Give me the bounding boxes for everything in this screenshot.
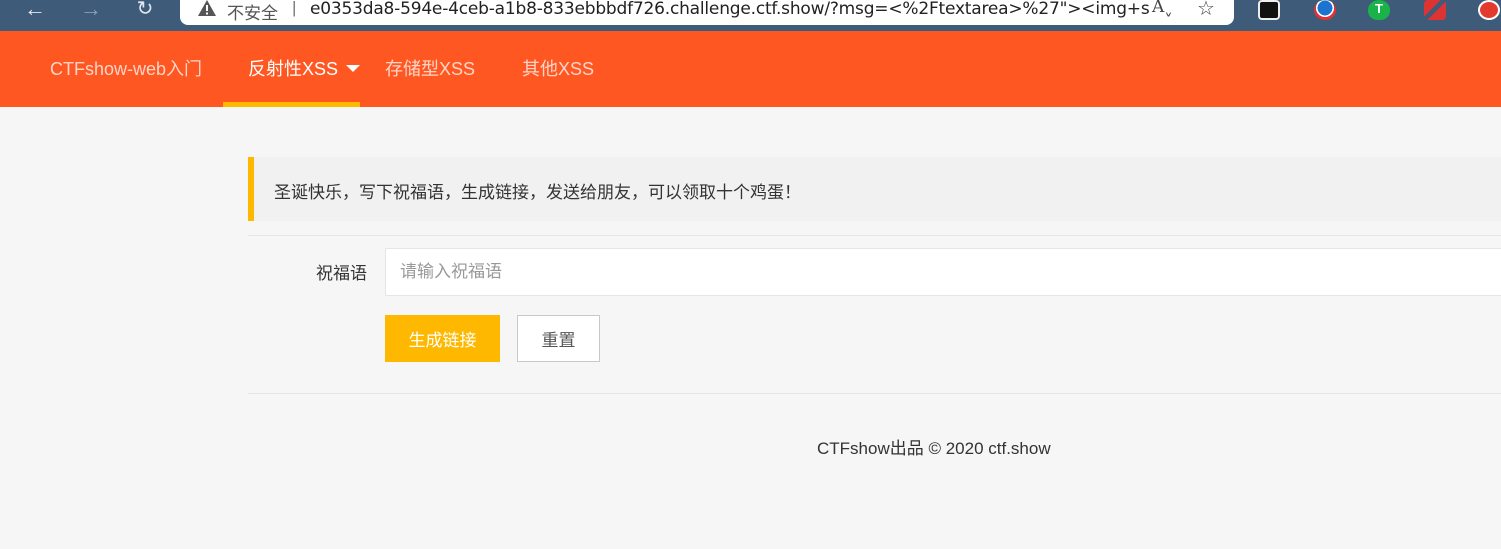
reload-icon[interactable]: ↻ [130, 0, 160, 22]
warning-icon[interactable] [197, 0, 217, 18]
notice-text: 圣诞快乐，写下祝福语，生成链接，发送给朋友，可以领取十个鸡蛋！ [274, 183, 801, 203]
notice-box: 圣诞快乐，写下祝福语，生成链接，发送给朋友，可以领取十个鸡蛋！ [248, 157, 1501, 221]
url-text[interactable]: e0353da8-594e-4ceb-a1b8-833ebbbdf726.cha… [310, 0, 1150, 19]
generate-link-button[interactable]: 生成链接 [385, 315, 500, 362]
read-aloud-icon[interactable]: Aˬ [1152, 0, 1173, 17]
blessing-input[interactable] [385, 248, 1501, 296]
divider [248, 235, 1501, 236]
nav-item-web-intro[interactable]: CTFshow-web入门 [50, 31, 202, 107]
nav-item-stored-xss[interactable]: 存储型XSS [385, 31, 475, 107]
security-label[interactable]: 不安全 [227, 0, 278, 24]
nav-active-indicator [223, 102, 360, 107]
chevron-down-icon [346, 64, 361, 72]
extension-icon[interactable]: T [1368, 0, 1390, 20]
extension-icon[interactable] [1424, 0, 1446, 20]
blessing-label: 祝福语 [316, 264, 367, 284]
nav-item-label: 反射性XSS [248, 59, 339, 79]
address-bar[interactable]: 不安全 | e0353da8-594e-4ceb-a1b8-833ebbbdf7… [180, 0, 1234, 25]
reset-button[interactable]: 重置 [517, 315, 600, 362]
browser-toolbar: ← → ↻ 不安全 | e0353da8-594e-4ceb-a1b8-833e… [0, 0, 1501, 31]
nav-item-reflected-xss[interactable]: 反射性XSS [248, 31, 361, 107]
back-icon[interactable]: ← [20, 0, 50, 22]
address-separator: | [292, 0, 297, 17]
site-nav-bar: CTFshow-web入门 反射性XSS 存储型XSS 其他XSS [0, 31, 1501, 107]
extension-icon[interactable] [1478, 0, 1500, 20]
nav-item-other-xss[interactable]: 其他XSS [522, 31, 594, 107]
extension-icon[interactable] [1258, 0, 1280, 20]
forward-icon[interactable]: → [76, 0, 106, 22]
divider [248, 393, 1501, 394]
footer-text: CTFshow出品 © 2020 ctf.show [817, 439, 1051, 458]
extension-icon[interactable] [1314, 0, 1336, 20]
favorites-icon[interactable]: ☆ [1197, 0, 1215, 21]
